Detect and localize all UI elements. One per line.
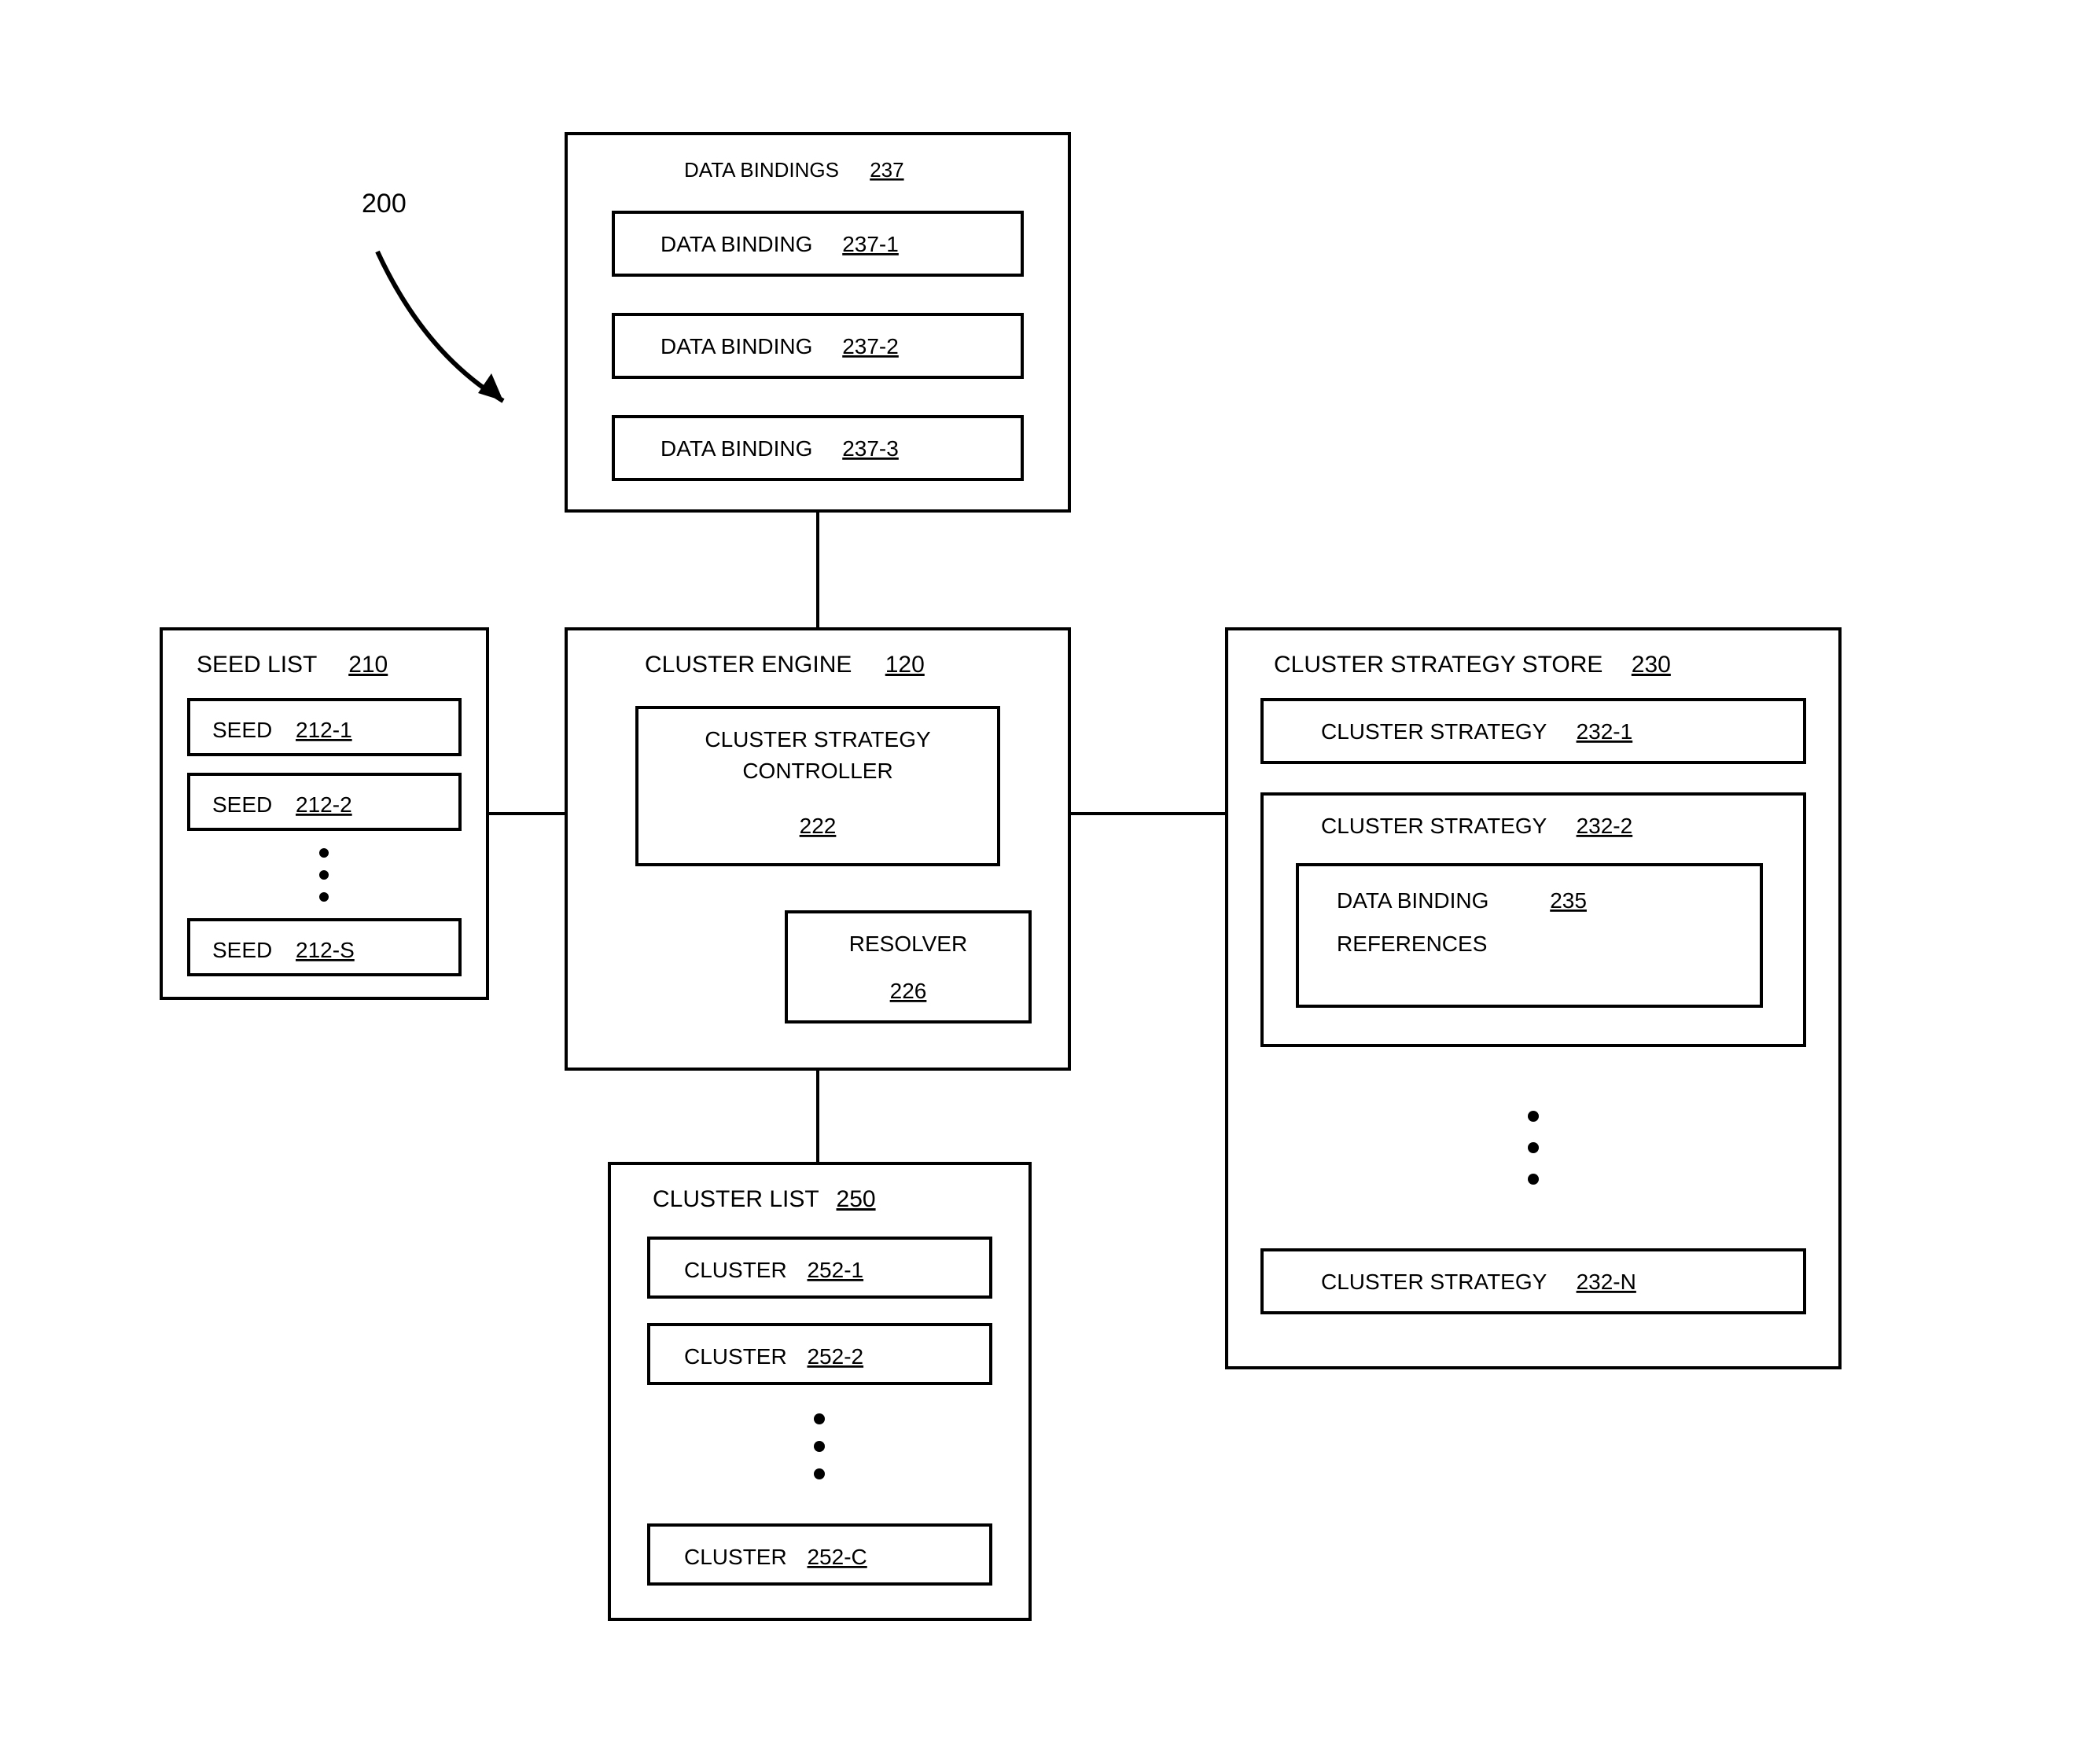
cs-2-ref: 232-2 [1577,814,1633,838]
dbref-line1: DATA BINDING [1337,888,1488,913]
seed-list-box: SEED LIST 210 SEED 212-1 SEED 212-2 SEED… [161,629,488,998]
cluster-2-label: CLUSTER [684,1344,787,1369]
callout-arrow [377,252,503,401]
cluster-list-box: CLUSTER LIST 250 CLUSTER 252-1 CLUSTER 2… [609,1163,1030,1619]
svg-text:DATA BINDINGS 237: DATA BINDINGS 237 [684,158,904,182]
dbref-ref: 235 [1550,888,1587,913]
svg-text:SEED 212-2: SEED 212-2 [212,792,352,817]
css-ref: 230 [1632,652,1671,678]
data-binding-3-ref: 237-3 [842,436,899,461]
data-binding-1-ref: 237-1 [842,232,899,256]
svg-text:CLUSTER STRATEGY 232-2: CLUSTER STRATEGY 232-2 [1321,814,1632,838]
cluster-1-label: CLUSTER [684,1258,787,1282]
controller-line2: CONTROLLER [742,759,892,783]
cluster-2-ref: 252-2 [807,1344,863,1369]
svg-text:CLUSTER 252-C: CLUSTER 252-C [684,1545,867,1569]
data-binding-2-ref: 237-2 [842,334,899,358]
cs-2-label: CLUSTER STRATEGY [1321,814,1547,838]
seed-s-label: SEED [212,938,272,962]
cs-n-ref: 232-N [1577,1270,1636,1294]
svg-text:CLUSTER STRATEGY STORE 2: CLUSTER STRATEGY STORE 230 [1274,652,1671,678]
seed-s-ref: 212-S [296,938,355,962]
cluster-engine-title: CLUSTER ENGINE [645,652,852,678]
svg-text:DATA BINDING 235: DATA BINDING 235 [1337,888,1587,913]
data-binding-2-label: DATA BINDING [660,334,812,358]
dbref-line2: REFERENCES [1337,932,1487,956]
svg-text:CLUSTER LIST 250: CLUSTER LIST 250 [653,1186,876,1212]
svg-text:CLUSTER STRATEGY 232-1: CLUSTER STRATEGY 232-1 [1321,719,1632,744]
data-bindings-box: DATA BINDINGS 237 DATA BINDING 237-1 DAT… [566,134,1069,511]
data-bindings-title: DATA BINDINGS [684,158,839,182]
css-title: CLUSTER STRATEGY STORE [1274,652,1602,678]
svg-text:DATA BINDING 237-1: DATA BINDING 237-1 [660,232,899,256]
svg-text:SEED 212-1: SEED 212-1 [212,718,352,742]
seed-1-ref: 212-1 [296,718,352,742]
callout-200: 200 [362,189,407,219]
resolver-ref: 226 [890,979,927,1003]
svg-text:DATA BINDING 237-3: DATA BINDING 237-3 [660,436,899,461]
controller-ref: 222 [800,814,837,838]
diagram-canvas: 200 DATA BINDINGS 237 DATA BINDING 237-1… [0,0,2079,1760]
cluster-strategy-store-box: CLUSTER STRATEGY STORE 230 CLUSTER STRAT… [1227,629,1840,1368]
svg-text:SEED LIST 210: SEED LIST 210 [197,652,388,678]
seed-1-label: SEED [212,718,272,742]
seed-list-title: SEED LIST [197,652,317,678]
seed-2-label: SEED [212,792,272,817]
resolver-label: RESOLVER [849,932,967,956]
seed-2-ref: 212-2 [296,792,352,817]
svg-text:CLUSTER 252-1: CLUSTER 252-1 [684,1258,863,1282]
cluster-engine-ref: 120 [885,652,925,678]
svg-text:DATA BINDING 237-2: DATA BINDING 237-2 [660,334,899,358]
cluster-engine-box: CLUSTER ENGINE 120 CLUSTER STRATEGY CONT… [566,629,1069,1069]
svg-text:CLUSTER ENGINE 120: CLUSTER ENGINE 120 [645,652,925,678]
controller-line1: CLUSTER STRATEGY [705,727,931,752]
cluster-list-title: CLUSTER LIST [653,1186,819,1212]
svg-text:CLUSTER STRATEGY 232-N: CLUSTER STRATEGY 232-N [1321,1270,1636,1294]
svg-text:SEED 212-S: SEED 212-S [212,938,355,962]
cluster-c-ref: 252-C [807,1545,867,1569]
seed-list-ref: 210 [348,652,388,678]
cluster-1-ref: 252-1 [807,1258,863,1282]
cluster-c-label: CLUSTER [684,1545,787,1569]
cluster-list-ref: 250 [837,1186,876,1212]
cs-1-label: CLUSTER STRATEGY [1321,719,1547,744]
data-binding-3-label: DATA BINDING [660,436,812,461]
cs-n-label: CLUSTER STRATEGY [1321,1270,1547,1294]
data-bindings-ref: 237 [870,158,903,182]
svg-text:CLUSTER 252-2: CLUSTER 252-2 [684,1344,863,1369]
cs-1-ref: 232-1 [1577,719,1633,744]
data-binding-1-label: DATA BINDING [660,232,812,256]
